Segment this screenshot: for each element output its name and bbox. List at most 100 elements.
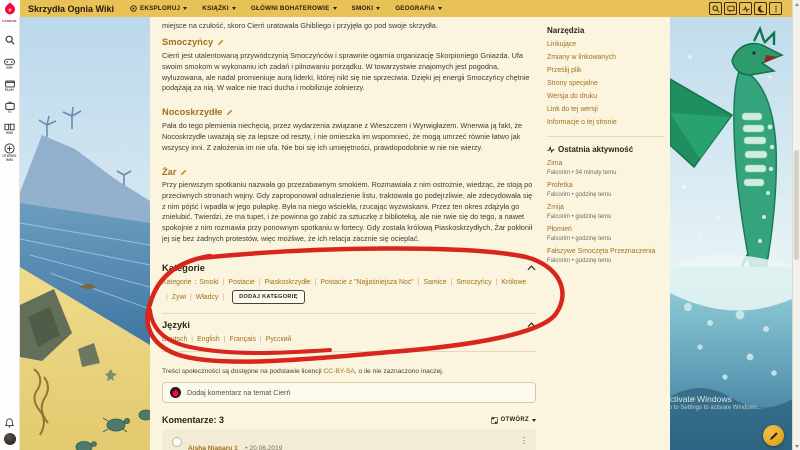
discussions-button[interactable]: [724, 2, 737, 15]
language-link[interactable]: Français: [229, 336, 255, 343]
category-link[interactable]: Smoki: [199, 279, 218, 286]
activity-meta: Falcorim • 34 minuty temu: [547, 170, 665, 176]
kebab-icon[interactable]: ⋮: [520, 437, 528, 445]
edit-pencil-icon[interactable]: [226, 109, 233, 116]
page-scrollbar[interactable]: [792, 0, 800, 450]
nav-ksiazki[interactable]: KSIĄŻKI: [202, 5, 236, 12]
rail-label: GRY: [6, 67, 13, 71]
comment-author-link[interactable]: Aisha Niagaru 1: [188, 445, 238, 450]
comments-open-button[interactable]: OTWÓRZ: [491, 417, 536, 424]
category-link[interactable]: Władcy: [196, 294, 219, 301]
fandom-wiki-page: Skrzydła Ognia Wiki EKSPLORUJ KSIĄŻKI GŁ…: [0, 0, 800, 450]
scroll-down-arrow[interactable]: [794, 443, 800, 449]
rail-search-button[interactable]: [5, 32, 15, 50]
search-icon: [5, 35, 15, 45]
tool-link-linkujace[interactable]: Linkujące: [547, 41, 665, 48]
fandom-flame-icon: [172, 389, 179, 397]
tool-link-link-do-wersji[interactable]: Link do tej wersji: [547, 106, 665, 113]
nav-label: GEOGRAFIA: [395, 5, 435, 12]
edit-pencil-icon: [769, 431, 779, 441]
language-link[interactable]: Deutsch: [162, 336, 187, 343]
caret-down-icon: [532, 419, 536, 422]
tool-link-przeslij[interactable]: Prześlij plik: [547, 67, 665, 74]
activity-page-link[interactable]: Żmija: [547, 204, 665, 211]
edit-pencil-icon[interactable]: [180, 169, 187, 176]
license-text: Treści społeczności są dostępne na podst…: [162, 368, 323, 375]
language-link[interactable]: English: [197, 336, 220, 343]
wiki-title[interactable]: Skrzydła Ognia Wiki: [28, 4, 114, 14]
category-link[interactable]: Żywi: [172, 294, 186, 301]
tv-icon: [5, 101, 15, 110]
tool-link-strony-specjalne[interactable]: Strony specjalne: [547, 80, 665, 87]
section-heading-text[interactable]: Smoczyńcy: [162, 37, 213, 47]
expand-icon: [491, 417, 498, 424]
global-left-rail: FANDOM GRY FILMY TV: [0, 17, 20, 450]
rail-item-filmy[interactable]: FILMY: [5, 79, 15, 93]
category-link[interactable]: Postacie: [228, 279, 254, 286]
activity-page-link[interactable]: Profetka: [547, 182, 665, 189]
nav-glowni-bohaterowie[interactable]: GŁÓWNI BOHATEROWIE: [251, 5, 337, 12]
fandom-brand-label: FANDOM: [2, 19, 16, 23]
divider: [162, 351, 536, 352]
nav-eksploruj[interactable]: EKSPLORUJ: [130, 5, 187, 12]
chevron-up-icon[interactable]: [527, 322, 536, 328]
more-menu-button[interactable]: [769, 2, 782, 15]
activity-page-link[interactable]: Zima: [547, 160, 665, 167]
category-link[interactable]: Smoczyńcy: [456, 279, 491, 286]
open-label: OTWÓRZ: [501, 417, 529, 423]
categories-colon: :: [195, 279, 197, 286]
kebab-icon: [772, 5, 780, 13]
edit-fab-button[interactable]: [763, 425, 784, 446]
category-link[interactable]: Piaskoskrzydłe: [265, 279, 311, 286]
caret-down-icon: [376, 7, 380, 10]
create-wiki-icon: [4, 143, 15, 154]
category-link[interactable]: Kategorie: [162, 279, 192, 286]
background-art-beach: [20, 17, 150, 450]
nav-label: GŁÓWNI BOHATEROWIE: [251, 5, 330, 12]
search-button[interactable]: [709, 2, 722, 15]
scrollbar-thumb[interactable]: [794, 150, 799, 260]
rail-item-wiki[interactable]: WIKI: [4, 123, 15, 136]
chevron-up-icon[interactable]: [527, 265, 536, 271]
activity-page-link[interactable]: Płomień: [547, 226, 665, 233]
bell-icon[interactable]: [5, 418, 14, 428]
license-link[interactable]: CC-BY-SA: [323, 368, 354, 375]
tool-link-zmiany[interactable]: Zmiany w linkowanych: [547, 54, 665, 61]
tool-link-informacje[interactable]: Informacje o tej stronie: [547, 119, 665, 126]
tool-link-wersja-do-druku[interactable]: Wersja do druku: [547, 93, 665, 100]
rail-item-utworz-wiki[interactable]: UTWÓRZ WIKI: [0, 143, 19, 163]
section-heading-text[interactable]: Żar: [162, 167, 176, 177]
fandom-logo[interactable]: [0, 0, 20, 17]
theme-toggle-button[interactable]: [754, 2, 767, 15]
activity-button[interactable]: [739, 2, 752, 15]
divider: [547, 136, 665, 137]
explore-icon: [130, 5, 137, 12]
article-paragraph: Przy pierwszym spotkaniu nazwała go prze…: [162, 180, 536, 245]
activity-page-link[interactable]: Fałszywe Smoczęta Przeznaczenia: [547, 248, 665, 255]
background-art-dragon: [670, 17, 792, 450]
main-content: miejsce na czułość, skoro Cierń uratował…: [150, 17, 670, 450]
rail-item-tv[interactable]: TV: [5, 101, 15, 115]
nav-smoki[interactable]: SMOKI: [352, 5, 381, 12]
category-link[interactable]: Postacie z "Najjaśniejsza Noc": [320, 279, 413, 286]
license-text: , o ile nie zaznaczono inaczej.: [355, 368, 444, 375]
article-paragraph: Cierń jest utalentowaną przywódczynią Sm…: [162, 51, 536, 94]
languages-title: Języki: [162, 320, 190, 330]
section-heading-text[interactable]: Nocoskrzydłe: [162, 107, 222, 117]
category-link[interactable]: Królowe: [501, 279, 526, 286]
comment-card: Aisha Niagaru 1 • 20.06.2019 ⋮: [162, 429, 536, 450]
user-avatar[interactable]: [4, 433, 16, 445]
license-note: Treści społeczności są dostępne na podst…: [162, 368, 536, 375]
scroll-up-arrow[interactable]: [794, 1, 800, 7]
avatar[interactable]: [172, 437, 182, 447]
nav-geografia[interactable]: GEOGRAFIA: [395, 5, 442, 12]
rail-item-gry[interactable]: GRY: [4, 58, 15, 71]
tools-title: Narzędzia: [547, 26, 665, 35]
edit-pencil-icon[interactable]: [217, 39, 224, 46]
add-category-button[interactable]: DODAJ KATEGORIĘ: [232, 290, 304, 304]
category-link[interactable]: Samice: [424, 279, 447, 286]
add-comment-field[interactable]: Dodaj komentarz na temat Cierń: [162, 382, 536, 403]
language-link[interactable]: Русский: [266, 336, 292, 343]
top-nav: EKSPLORUJ KSIĄŻKI GŁÓWNI BOHATEROWIE SMO…: [130, 5, 442, 12]
nav-label: KSIĄŻKI: [202, 5, 229, 12]
